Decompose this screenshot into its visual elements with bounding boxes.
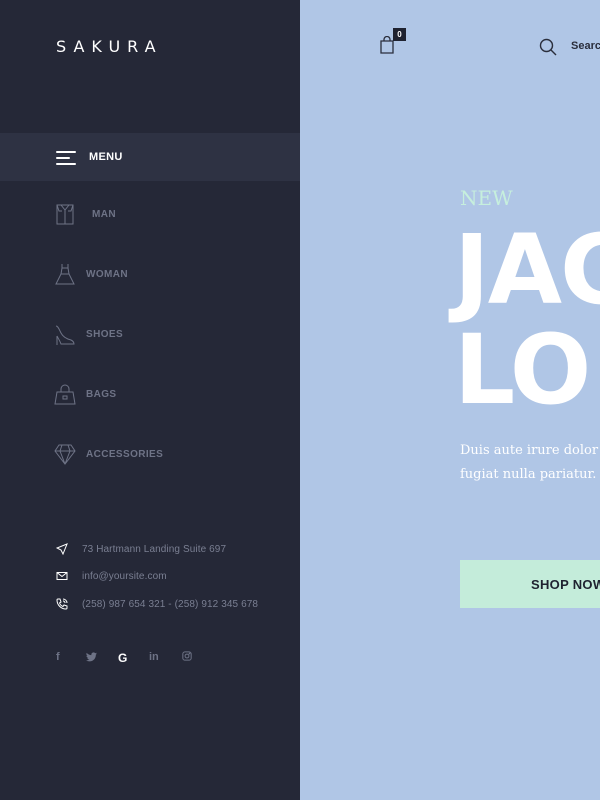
hero-body-line1: Duis aute irure dolor in (460, 443, 600, 458)
linkedin-icon[interactable]: in (149, 651, 159, 663)
twitter-icon[interactable] (86, 652, 97, 662)
mail-icon (56, 572, 68, 580)
hamburger-icon (56, 151, 76, 165)
instagram-icon[interactable] (182, 651, 192, 661)
menu-toggle[interactable]: MENU (0, 133, 300, 181)
email-text[interactable]: info@yoursite.com (82, 571, 167, 582)
phone-icon (56, 598, 68, 610)
heel-shoe-icon (55, 325, 75, 345)
search-label[interactable]: Search (571, 40, 600, 52)
google-icon[interactable]: G (118, 651, 127, 665)
shop-now-label: SHOP NOW (531, 576, 600, 592)
bag-icon (54, 384, 76, 405)
nav-label-man: MAN (92, 208, 116, 220)
menu-label: MENU (89, 151, 123, 163)
location-arrow-icon (56, 543, 68, 555)
nav-item-man[interactable]: MAN (54, 201, 116, 227)
sidebar: SAKURA MENU MAN WOMAN SHOES BAGS ACCESSO… (0, 0, 300, 800)
nav-label-woman: WOMAN (86, 268, 128, 280)
facebook-icon[interactable]: f (56, 651, 60, 663)
address-text: 73 Hartmann Landing Suite 697 (82, 543, 227, 555)
hero-body-line2: fugiat nulla pariatur. Ex (460, 467, 600, 482)
nav-item-accessories[interactable]: ACCESSORIES (54, 441, 163, 467)
brand-logo[interactable]: SAKURA (56, 37, 163, 56)
hero-tag: NEW (460, 186, 513, 210)
contact-address: 73 Hartmann Landing Suite 697 (56, 543, 226, 555)
hero-headline-line1: JAC (454, 214, 600, 326)
nav-item-shoes[interactable]: SHOES (54, 321, 123, 347)
diamond-icon (54, 444, 76, 465)
nav-item-bags[interactable]: BAGS (54, 381, 117, 407)
search-icon[interactable] (539, 38, 557, 56)
contact-email: info@yoursite.com (56, 570, 167, 582)
nav-label-bags: BAGS (86, 388, 117, 400)
phone-text: (258) 987 654 321 - (258) 912 345 678 (82, 598, 259, 610)
shop-now-button[interactable]: SHOP NOW (460, 560, 600, 608)
nav-label-shoes: SHOES (86, 328, 124, 340)
contact-phone: (258) 987 654 321 - (258) 912 345 678 (56, 598, 258, 610)
nav-item-woman[interactable]: WOMAN (54, 261, 128, 287)
nav-label-accessories: ACCESSORIES (86, 448, 164, 460)
dress-icon (55, 264, 75, 285)
cart-count-badge: 0 (393, 28, 406, 41)
shirt-icon (56, 204, 74, 225)
social-links: f G in (56, 651, 196, 665)
hero-headline-line2: LO (454, 314, 591, 426)
